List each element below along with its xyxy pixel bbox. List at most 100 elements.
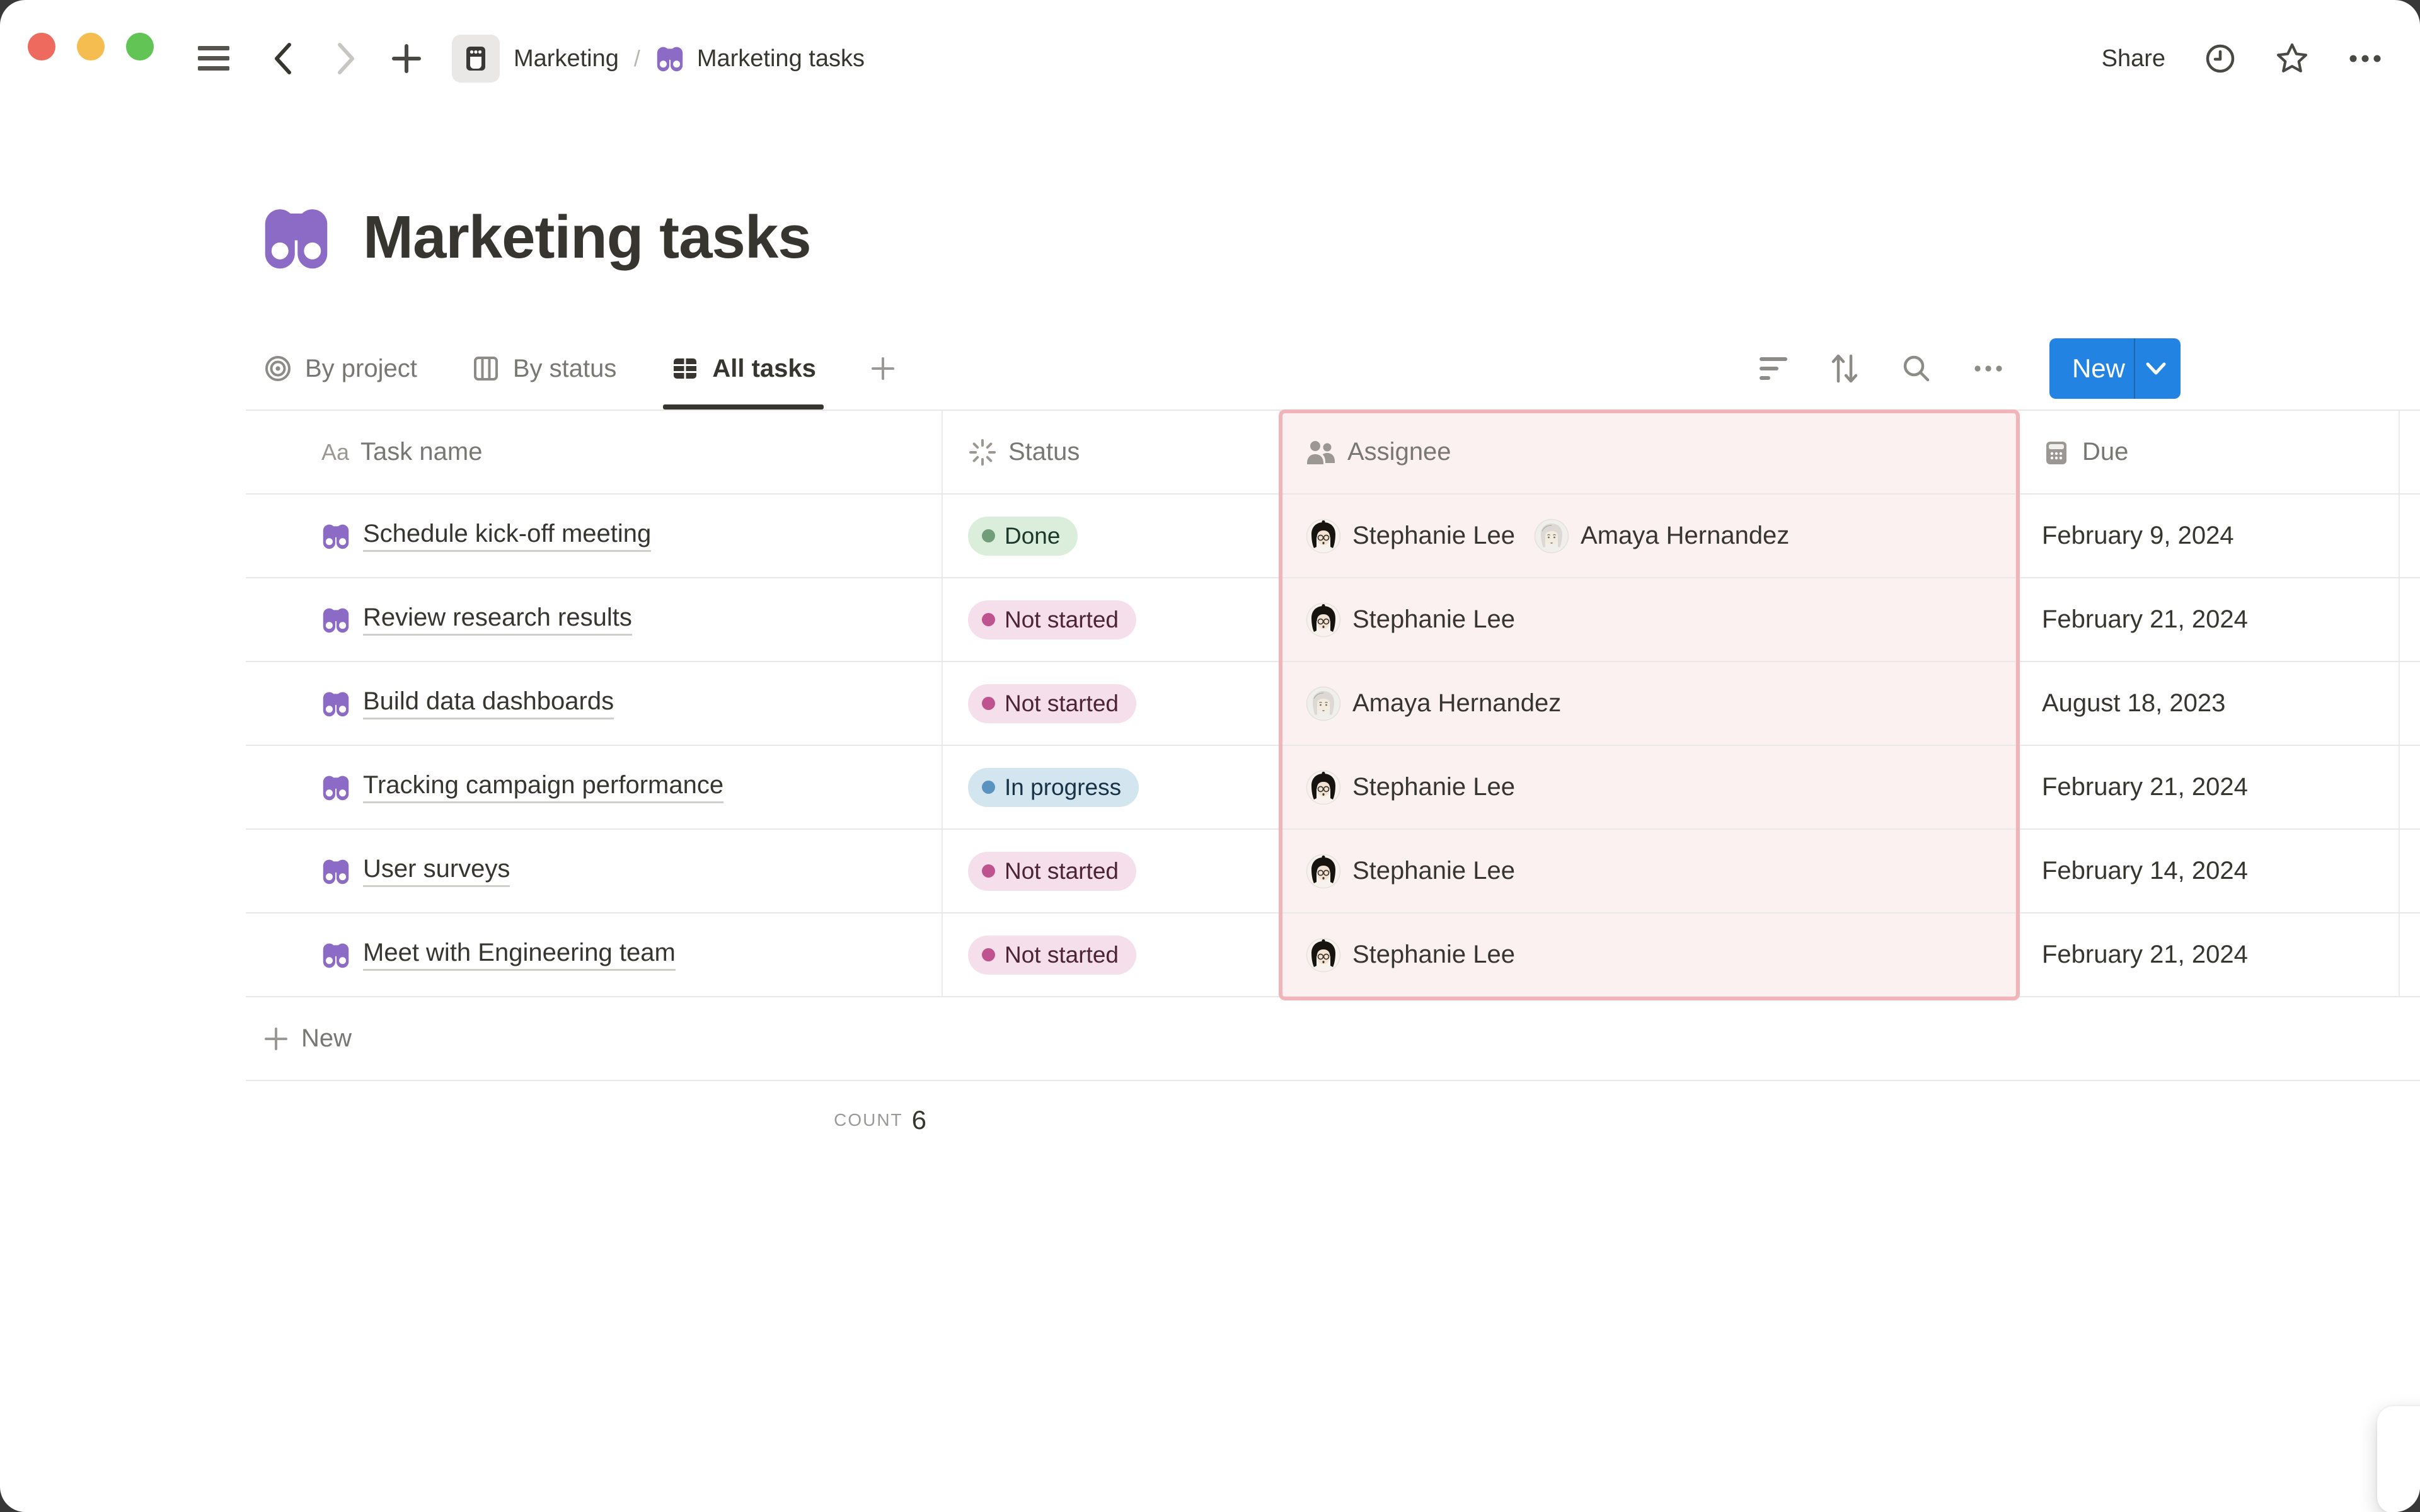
column-header-status[interactable]: Status: [943, 411, 1281, 493]
task-cell[interactable]: Review research results: [246, 578, 943, 661]
avatar: [1534, 518, 1569, 554]
share-button[interactable]: Share: [2102, 45, 2165, 72]
view-more-icon[interactable]: [1974, 364, 2003, 374]
assignee-name: Stephanie Lee: [1352, 941, 1515, 969]
journal-icon: [461, 43, 491, 74]
assignee-cell[interactable]: Stephanie Lee: [1281, 746, 2017, 828]
count-calculation[interactable]: COUNT 6: [246, 1081, 943, 1159]
task-link[interactable]: Build data dashboards: [363, 687, 614, 719]
due-date: February 21, 2024: [2042, 605, 2248, 634]
task-cell[interactable]: Tracking campaign performance: [246, 746, 943, 828]
new-button[interactable]: New: [2049, 338, 2181, 399]
search-icon[interactable]: [1901, 353, 1932, 384]
status-cell[interactable]: Done: [943, 495, 1281, 577]
minimize-window-button[interactable]: [77, 33, 105, 60]
plus-icon: [263, 1026, 289, 1051]
due-cell[interactable]: February 9, 2024: [2017, 495, 2400, 577]
tab-by-status[interactable]: By status: [461, 328, 627, 410]
status-cell[interactable]: Not started: [943, 914, 1281, 996]
assignee-chip[interactable]: Stephanie Lee: [1306, 770, 1515, 805]
assignee-chip[interactable]: Stephanie Lee: [1306, 854, 1515, 889]
status-cell[interactable]: In progress: [943, 746, 1281, 828]
task-link[interactable]: Tracking campaign performance: [363, 771, 723, 803]
star-icon[interactable]: [2275, 42, 2309, 76]
task-cell[interactable]: Schedule kick-off meeting: [246, 495, 943, 577]
tab-all-tasks[interactable]: All tasks: [660, 328, 826, 410]
avatar: [1306, 686, 1341, 721]
tab-by-project[interactable]: By project: [253, 328, 427, 410]
column-label: Due: [2082, 438, 2128, 466]
back-icon[interactable]: [269, 41, 297, 76]
assignee-name: Stephanie Lee: [1352, 773, 1515, 801]
task-cell[interactable]: Meet with Engineering team: [246, 914, 943, 996]
avatar: [1306, 770, 1341, 805]
column-header-due[interactable]: Due: [2017, 411, 2400, 493]
add-view-icon[interactable]: [870, 356, 896, 381]
column-header-assignee[interactable]: Assignee: [1281, 411, 2017, 493]
assignee-chip[interactable]: Stephanie Lee: [1306, 602, 1515, 638]
due-cell[interactable]: February 21, 2024: [2017, 914, 2400, 996]
sort-icon[interactable]: [1830, 352, 1859, 385]
row-filler: [2400, 830, 2420, 912]
status-label: Not started: [1005, 607, 1119, 633]
more-icon[interactable]: [2348, 52, 2382, 65]
status-dot-icon: [982, 781, 995, 794]
filter-icon[interactable]: [1758, 356, 1789, 381]
breadcrumb-root-item[interactable]: [452, 35, 500, 83]
table-row: Tracking campaign performance In progres…: [246, 746, 2420, 830]
assignee-cell[interactable]: Stephanie Lee: [1281, 914, 2017, 996]
assignee-chip[interactable]: Stephanie Lee: [1306, 518, 1515, 554]
assignee-cell[interactable]: Amaya Hernandez: [1281, 662, 2017, 745]
close-window-button[interactable]: [28, 33, 55, 60]
due-date: February 9, 2024: [2042, 522, 2234, 550]
forward-icon[interactable]: [332, 41, 360, 76]
due-cell[interactable]: February 21, 2024: [2017, 578, 2400, 661]
task-link[interactable]: Meet with Engineering team: [363, 939, 676, 971]
assignee-name: Stephanie Lee: [1352, 522, 1515, 550]
task-link[interactable]: User surveys: [363, 855, 510, 887]
binoculars-icon: [321, 522, 350, 551]
status-cell[interactable]: Not started: [943, 830, 1281, 912]
assignee-name: Stephanie Lee: [1352, 605, 1515, 634]
status-cell[interactable]: Not started: [943, 578, 1281, 661]
status-cell[interactable]: Not started: [943, 662, 1281, 745]
status-dot-icon: [982, 864, 995, 878]
new-page-plus-icon[interactable]: [391, 43, 422, 74]
clock-icon[interactable]: [2204, 43, 2236, 74]
status-label: In progress: [1005, 774, 1121, 801]
zoom-window-button[interactable]: [126, 33, 154, 60]
status-dot-icon: [982, 697, 995, 710]
row-filler: [2400, 578, 2420, 661]
assignee-cell[interactable]: Stephanie Lee: [1281, 830, 2017, 912]
sidebar-menu-icon[interactable]: [197, 44, 230, 73]
avatar: [1306, 518, 1341, 554]
due-cell[interactable]: August 18, 2023: [2017, 662, 2400, 745]
binoculars-icon: [655, 44, 684, 73]
tab-label: All tasks: [712, 355, 816, 383]
column-header-task-name[interactable]: Aa Task name: [246, 411, 943, 493]
task-link[interactable]: Review research results: [363, 604, 632, 636]
assignee-cell[interactable]: Stephanie Lee Amaya Hernandez: [1281, 495, 2017, 577]
row-filler: [2400, 495, 2420, 577]
count-label: COUNT: [834, 1110, 903, 1130]
new-row-button[interactable]: New: [246, 997, 2420, 1081]
task-link[interactable]: Schedule kick-off meeting: [363, 520, 651, 552]
breadcrumb-root-label[interactable]: Marketing: [514, 45, 619, 72]
assignee-cell[interactable]: Stephanie Lee: [1281, 578, 2017, 661]
chevron-down-icon[interactable]: [2135, 338, 2181, 399]
target-icon: [263, 354, 292, 383]
task-cell[interactable]: User surveys: [246, 830, 943, 912]
status-pill: Not started: [968, 600, 1136, 639]
status-label: Not started: [1005, 942, 1119, 968]
task-cell[interactable]: Build data dashboards: [246, 662, 943, 745]
help-floating-button[interactable]: [2377, 1406, 2420, 1512]
status-label: Not started: [1005, 690, 1119, 717]
assignee-chip[interactable]: Amaya Hernandez: [1306, 686, 1561, 721]
avatar: [1306, 854, 1341, 889]
breadcrumb-page-label[interactable]: Marketing tasks: [697, 45, 865, 72]
due-cell[interactable]: February 21, 2024: [2017, 746, 2400, 828]
assignee-chip[interactable]: Stephanie Lee: [1306, 937, 1515, 973]
row-filler: [2400, 746, 2420, 828]
assignee-chip[interactable]: Amaya Hernandez: [1534, 518, 1789, 554]
due-cell[interactable]: February 14, 2024: [2017, 830, 2400, 912]
